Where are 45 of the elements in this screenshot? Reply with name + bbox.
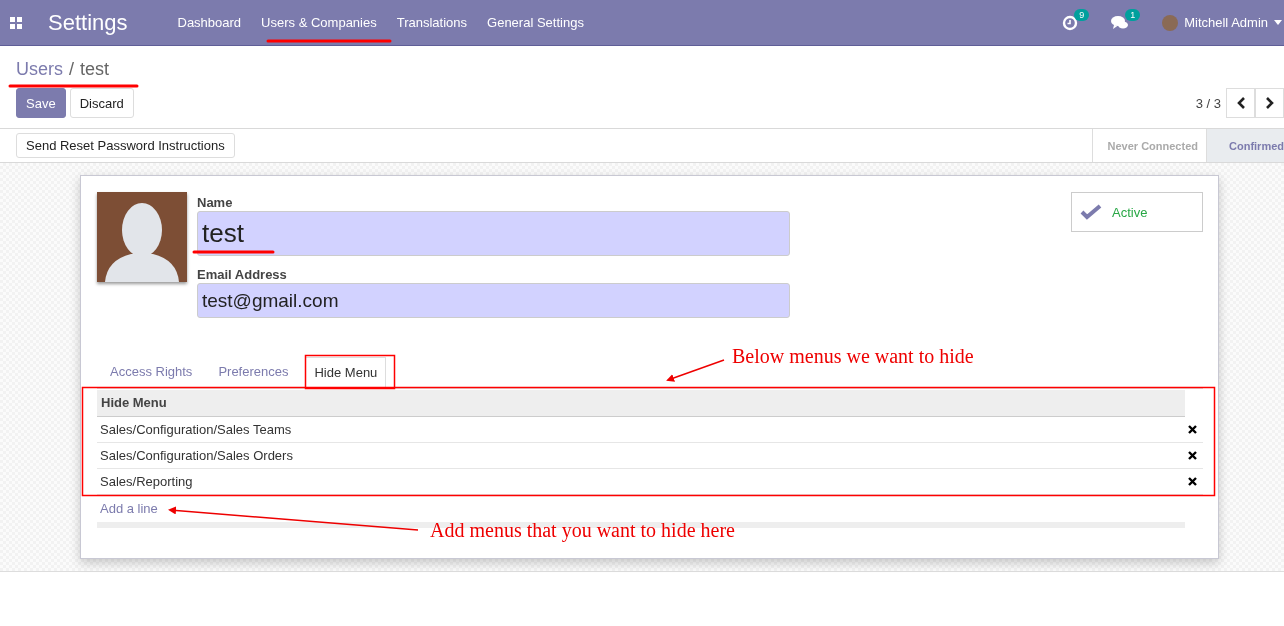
nav-menu-item[interactable]: General Settings [477, 0, 594, 45]
notebook-tab[interactable]: Access Rights [97, 356, 206, 388]
annotation-text: Add menus that you want to hide here [430, 519, 735, 542]
notebook-tab[interactable]: Preferences [205, 356, 302, 388]
table-cell: Sales/Configuration/Sales Teams [100, 422, 292, 437]
breadcrumb-current: test [80, 58, 110, 80]
pager-value: 3 / 3 [1195, 95, 1221, 111]
app-title: Settings [48, 9, 128, 36]
delete-icon[interactable] [1188, 451, 1197, 460]
chat-icon[interactable] [1111, 14, 1130, 31]
nav-menu-item[interactable]: Translations [386, 0, 478, 45]
save-button[interactable]: Save [16, 88, 66, 118]
table-cell: Sales/Reporting [100, 474, 193, 489]
table-cell: Sales/Configuration/Sales Orders [100, 448, 293, 463]
breadcrumb-separator: / [69, 58, 75, 80]
nav-menu-item[interactable]: Dashboard [167, 0, 252, 45]
breadcrumb-link[interactable]: Users [16, 58, 63, 80]
clock-icon[interactable] [1062, 14, 1079, 31]
apps-menu-icon[interactable] [10, 16, 22, 29]
add-a-line-link[interactable]: Add a line [100, 501, 158, 516]
email-input[interactable]: test@gmail.com [197, 283, 790, 318]
status-stage[interactable]: Confirmed [1206, 129, 1284, 162]
activity-count-badge: 9 [1074, 8, 1090, 21]
nav-menu-item[interactable]: Users & Companies [251, 0, 387, 45]
caret-icon[interactable] [1274, 20, 1282, 25]
check-icon [1080, 204, 1102, 220]
notebook-tab[interactable]: Hide Menu [305, 357, 387, 389]
delete-icon[interactable] [1188, 425, 1197, 434]
chevron-right-icon [1264, 97, 1275, 109]
discard-button[interactable]: Discard [69, 88, 134, 118]
annotation-text: Below menus we want to hide [732, 345, 974, 368]
avatar-silhouette[interactable] [97, 192, 187, 282]
next-button[interactable] [1255, 88, 1284, 118]
send-reset-password-button[interactable]: Send Reset Password Instructions [16, 133, 235, 158]
message-count-badge: 1 [1125, 8, 1141, 21]
user-name[interactable]: Mitchell Admin [1184, 15, 1268, 30]
chevron-left-icon [1235, 97, 1246, 109]
annotation-arrow [666, 359, 725, 382]
column-header: Hide Menu [97, 390, 1185, 417]
name-input[interactable]: test [197, 211, 790, 256]
previous-button[interactable] [1226, 88, 1255, 118]
email-label: Email Address [197, 267, 288, 283]
delete-icon[interactable] [1188, 477, 1197, 486]
name-label: Name [197, 195, 234, 211]
active-toggle-button[interactable]: Active [1071, 192, 1203, 232]
